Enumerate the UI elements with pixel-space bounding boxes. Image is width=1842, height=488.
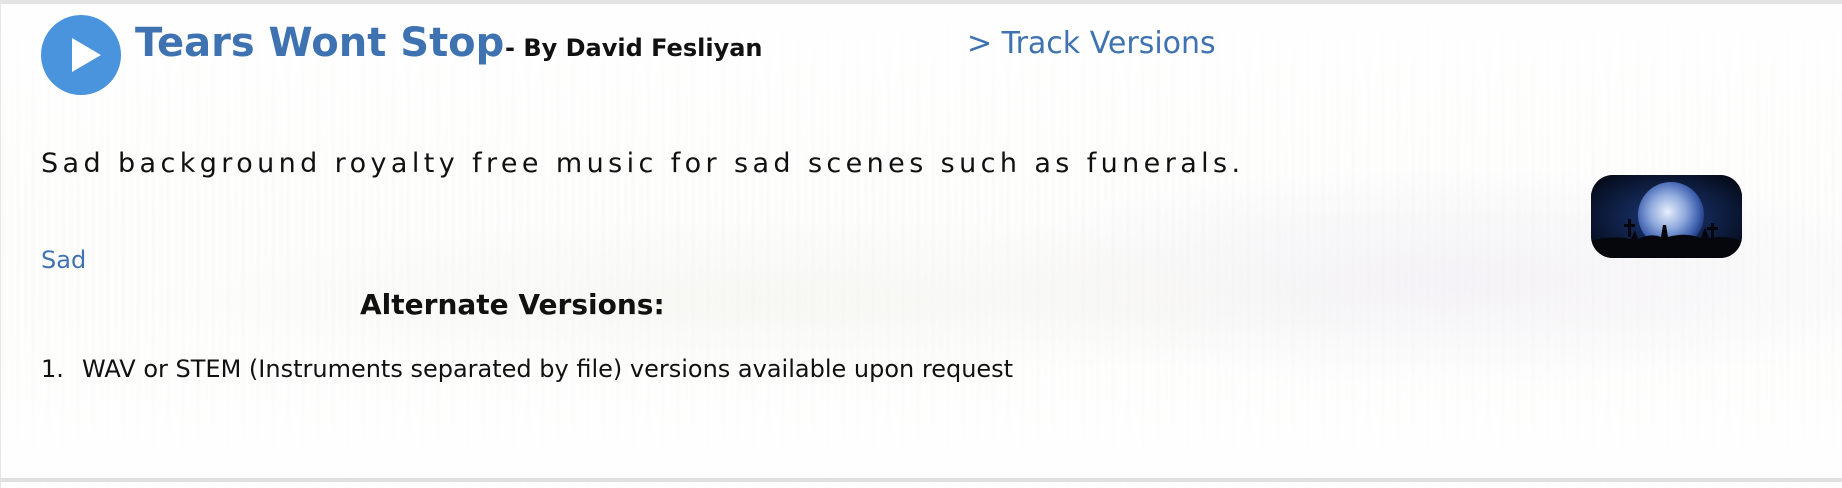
- track-byline: - By David Fesliyan: [505, 34, 763, 62]
- track-versions-link[interactable]: > Track Versions: [967, 24, 1216, 64]
- tag-link-sad[interactable]: Sad: [41, 245, 86, 275]
- moon-graveyard-image: [1591, 175, 1742, 258]
- alternate-versions-heading: Alternate Versions:: [360, 288, 665, 321]
- bottom-divider: [0, 478, 1842, 482]
- top-divider: [0, 0, 1842, 4]
- background-overlay: [0, 0, 1842, 488]
- play-button[interactable]: [41, 15, 121, 95]
- list-item-number: 1.: [41, 355, 64, 383]
- track-description: Sad background royalty free music for sa…: [41, 148, 1245, 179]
- play-icon: [72, 38, 101, 72]
- list-item-text: WAV or STEM (Instruments separated by fi…: [82, 355, 1014, 383]
- track-thumbnail[interactable]: [1591, 175, 1742, 258]
- list-item: 1. WAV or STEM (Instruments separated by …: [41, 354, 1013, 384]
- left-divider: [0, 0, 1, 488]
- track-title: Tears Wont Stop: [135, 20, 505, 66]
- alternate-versions-list: 1. WAV or STEM (Instruments separated by …: [41, 354, 1013, 384]
